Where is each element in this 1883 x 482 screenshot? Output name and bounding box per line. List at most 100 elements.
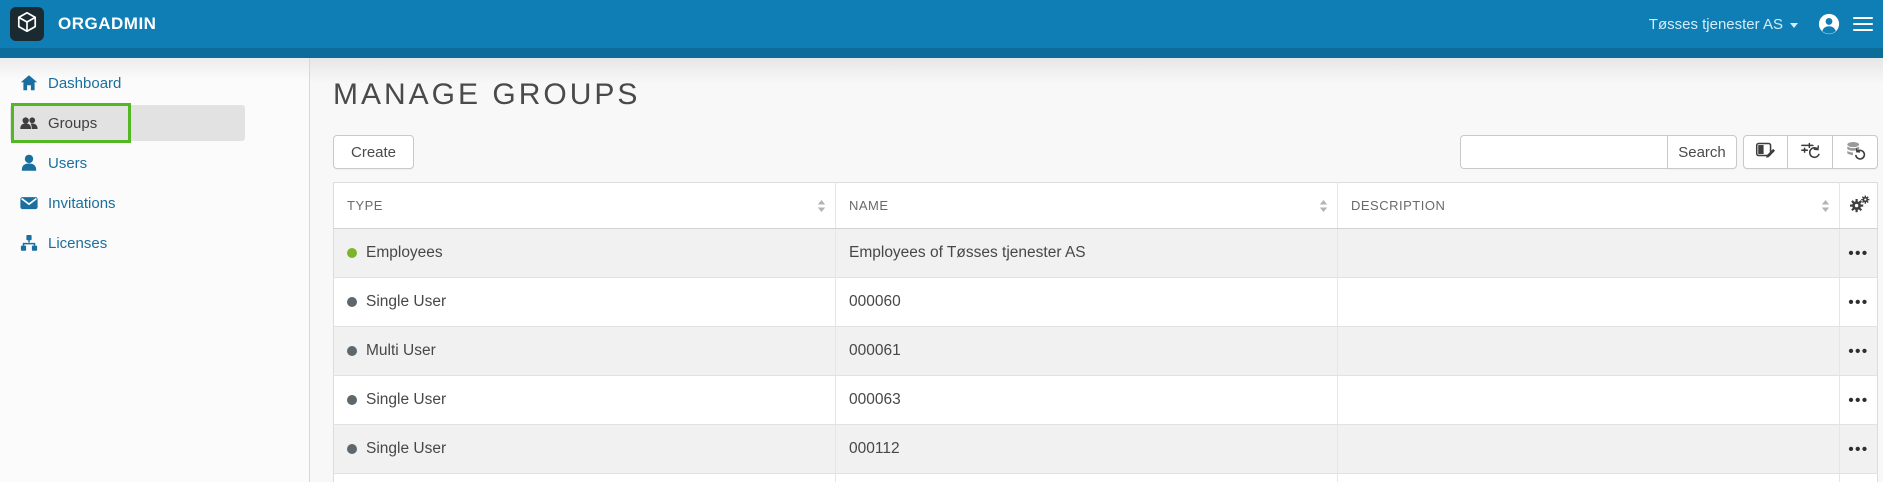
table-row[interactable]: Single User 000060 ••• [334, 278, 1878, 327]
account-menu-button[interactable] [1818, 13, 1840, 35]
ellipsis-icon: ••• [1848, 343, 1868, 360]
cell-type: Employees [334, 229, 836, 278]
type-label: Employees [366, 244, 443, 261]
main-content: MANAGE GROUPS Create Search TYPE NAME DESC… [310, 58, 1883, 482]
org-switcher-label: Tøsses tjenester AS [1649, 16, 1783, 33]
search-group: Search [1460, 135, 1737, 169]
ellipsis-icon: ••• [1848, 294, 1868, 311]
sidebar-nav: Dashboard Groups Users Invitations Licenses [0, 58, 310, 482]
row-actions-button[interactable]: ••• [1844, 289, 1872, 316]
sidebar-item-licenses[interactable]: Licenses [0, 223, 309, 263]
row-actions-button[interactable]: ••• [1844, 338, 1872, 365]
table-row-partial [334, 474, 1878, 482]
sort-icon [817, 199, 826, 212]
column-header-description[interactable]: DESCRIPTION [1338, 183, 1840, 229]
sidebar-item-invitations[interactable]: Invitations [0, 183, 309, 223]
groups-table: TYPE NAME DESCRIPTION Employees Employees o… [333, 182, 1878, 482]
cell-type: Single User [334, 376, 836, 425]
table-header: TYPE NAME DESCRIPTION [334, 183, 1878, 229]
status-dot-icon [347, 444, 357, 454]
gears-icon [1848, 194, 1870, 214]
table-row[interactable]: Multi User000061••• [334, 327, 1878, 376]
cell-type: Single User [334, 278, 836, 327]
cell-actions: ••• [1840, 376, 1878, 425]
cell-description [1338, 278, 1840, 327]
column-settings-header[interactable] [1840, 183, 1878, 229]
refresh-data-icon [1845, 140, 1866, 164]
column-header-name[interactable]: NAME [836, 183, 1338, 229]
cell-description [1338, 376, 1840, 425]
sidebar-item-label: Groups [48, 115, 97, 132]
cell-description [1338, 327, 1840, 376]
refresh-data-button[interactable] [1833, 135, 1878, 169]
empty-cell [1338, 474, 1840, 482]
sidebar-item-label: Dashboard [48, 75, 121, 92]
sidebar-item-users[interactable]: Users [0, 143, 309, 183]
search-button[interactable]: Search [1667, 135, 1737, 169]
search-input[interactable] [1460, 135, 1667, 169]
topbar: ORGADMIN Tøsses tjenester AS [0, 0, 1883, 58]
empty-cell [1840, 474, 1878, 482]
toolbar: Create Search [333, 135, 1878, 169]
type-label: Single User [366, 391, 446, 408]
type-label: Single User [366, 293, 446, 310]
cell-name: 000063 [836, 376, 1338, 425]
column-header-label: NAME [849, 198, 889, 213]
sidebar-slot: Licenses [0, 223, 309, 263]
edit-columns-button[interactable] [1743, 135, 1788, 169]
home-icon [20, 74, 39, 92]
reset-filters-icon [1800, 140, 1821, 164]
page-title: MANAGE GROUPS [333, 80, 1878, 110]
cell-actions: ••• [1840, 327, 1878, 376]
cell-name: Employees of Tøsses tjenester AS [836, 229, 1338, 278]
org-switcher[interactable]: Tøsses tjenester AS [1649, 16, 1798, 33]
cell-type: Single User [334, 425, 836, 474]
row-actions-button[interactable]: ••• [1844, 436, 1872, 463]
sidebar-item-label: Invitations [48, 195, 116, 212]
row-actions-button[interactable]: ••• [1844, 240, 1872, 267]
sidebar-slot: Users [0, 143, 309, 183]
status-dot-icon [347, 248, 357, 258]
cell-name: 000112 [836, 425, 1338, 474]
users-icon [20, 114, 39, 132]
status-dot-icon [347, 297, 357, 307]
table-row[interactable]: Single User 000063 ••• [334, 376, 1878, 425]
row-actions-button[interactable]: ••• [1844, 387, 1872, 414]
cell-description [1338, 425, 1840, 474]
cell-actions: ••• [1840, 278, 1878, 327]
cell-name: 000061 [836, 327, 1338, 376]
type-label: Single User [366, 440, 446, 457]
sidebar-item-groups[interactable]: Groups [10, 105, 245, 141]
sidebar-item-label: Licenses [48, 235, 107, 252]
sidebar-slot: Dashboard [0, 63, 309, 103]
empty-cell [334, 474, 836, 482]
sort-icon [1319, 199, 1328, 212]
sidebar-item-label: Users [48, 155, 87, 172]
app-title: ORGADMIN [58, 14, 156, 34]
sidebar-slot: Groups [0, 103, 309, 143]
table-tools-group [1743, 135, 1878, 169]
cell-actions: ••• [1840, 425, 1878, 474]
ellipsis-icon: ••• [1848, 441, 1868, 458]
hamburger-icon[interactable] [1853, 13, 1873, 35]
ellipsis-icon: ••• [1848, 245, 1868, 262]
sidebar-item-dashboard[interactable]: Dashboard [0, 63, 309, 103]
column-header-label: TYPE [347, 198, 383, 213]
create-button[interactable]: Create [333, 135, 414, 169]
status-dot-icon [347, 395, 357, 405]
ellipsis-icon: ••• [1848, 392, 1868, 409]
cell-description [1338, 229, 1840, 278]
status-dot-icon [347, 346, 357, 356]
app-logo[interactable] [10, 7, 44, 41]
column-header-type[interactable]: TYPE [334, 183, 836, 229]
user-icon [20, 154, 39, 172]
table-row[interactable]: Employees Employees of Tøsses tjenester A… [334, 229, 1878, 278]
sort-icon [1821, 199, 1830, 212]
person-circle-icon [1818, 13, 1840, 35]
reset-filters-button[interactable] [1788, 135, 1833, 169]
column-header-label: DESCRIPTION [1351, 198, 1445, 213]
sitemap-icon [20, 234, 39, 252]
cell-name: 000060 [836, 278, 1338, 327]
envelope-icon [20, 194, 39, 212]
table-row[interactable]: Single User 000112 ••• [334, 425, 1878, 474]
